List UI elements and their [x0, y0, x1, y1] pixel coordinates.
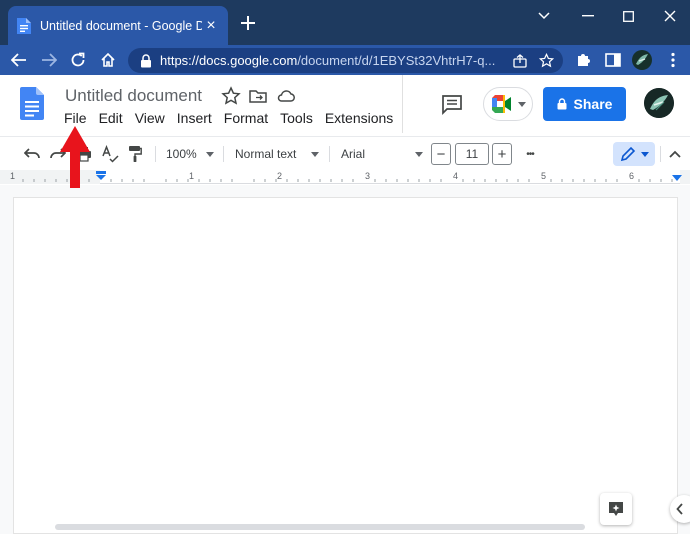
- cloud-status-icon[interactable]: [276, 86, 296, 106]
- menu-insert[interactable]: Insert: [177, 110, 212, 126]
- chevron-down-icon: [311, 151, 319, 157]
- decrease-font-size-button[interactable]: −: [431, 143, 451, 165]
- star-icon[interactable]: [221, 86, 241, 106]
- zoom-select[interactable]: 100%: [166, 145, 214, 163]
- increase-font-size-button[interactable]: +: [492, 143, 512, 165]
- chevron-down-icon: [640, 151, 649, 157]
- menu-format[interactable]: Format: [224, 110, 268, 126]
- back-icon[interactable]: [8, 49, 30, 71]
- more-options-button[interactable]: •••: [520, 144, 540, 164]
- url-text: https://docs.google.com/document/d/1EBYS…: [160, 53, 507, 68]
- tab-title: Untitled document - Google Docs: [40, 18, 202, 33]
- menu-edit[interactable]: Edit: [99, 110, 123, 126]
- url-host: https://docs.google.com: [160, 53, 298, 68]
- ruler-label: 4: [453, 171, 459, 181]
- close-tab-icon[interactable]: ×: [202, 17, 220, 35]
- toolbar-divider: [660, 146, 661, 162]
- home-icon[interactable]: [97, 49, 119, 71]
- side-panel-icon[interactable]: [602, 49, 624, 71]
- ruler-label: 1: [10, 171, 16, 181]
- header-divider: [402, 75, 403, 133]
- right-indent-marker-icon[interactable]: [671, 174, 683, 182]
- zoom-value: 100%: [166, 147, 197, 161]
- hide-menus-icon[interactable]: [665, 144, 685, 164]
- forward-icon[interactable]: [38, 49, 60, 71]
- browser-menu-icon[interactable]: [662, 49, 684, 71]
- ruler-label: 3: [365, 171, 371, 181]
- google-meet-icon: [492, 95, 511, 113]
- editing-mode-button[interactable]: [613, 142, 655, 166]
- extensions-icon[interactable]: [572, 49, 594, 71]
- address-bar[interactable]: https://docs.google.com/document/d/1EBYS…: [128, 48, 563, 73]
- pencil-icon: [620, 146, 635, 162]
- document-canvas: [0, 185, 690, 534]
- browser-tab[interactable]: Untitled document - Google Docs ×: [8, 6, 228, 45]
- menu-tools[interactable]: Tools: [280, 110, 313, 126]
- menu-view[interactable]: View: [135, 110, 165, 126]
- chevron-left-icon: [676, 503, 683, 515]
- profile-avatar-icon[interactable]: [631, 49, 653, 71]
- google-docs-favicon-icon: [17, 17, 31, 34]
- lock-icon: [141, 53, 151, 67]
- url-path: /document/d/1EBYSt32VhtrH7-q...: [297, 53, 496, 68]
- meet-button[interactable]: [483, 87, 533, 121]
- spellcheck-icon[interactable]: [100, 144, 120, 164]
- tab-search-icon[interactable]: [530, 6, 558, 26]
- font-value: Arial: [341, 147, 366, 161]
- account-avatar-icon: [644, 88, 674, 118]
- chevron-down-icon: [415, 151, 423, 157]
- paint-format-icon[interactable]: [125, 144, 145, 164]
- share-lock-icon: [557, 98, 567, 110]
- meet-dropdown-icon: [518, 101, 526, 107]
- explore-button[interactable]: [600, 493, 632, 525]
- minimize-icon[interactable]: [574, 6, 602, 26]
- menu-bar: File Edit View Insert Format Tools Exten…: [64, 110, 405, 126]
- move-to-folder-icon[interactable]: [248, 86, 268, 106]
- browser-tab-strip: Untitled document - Google Docs ×: [0, 0, 690, 45]
- formatting-toolbar: 100% Normal text Arial − 11 + •••: [0, 136, 690, 170]
- new-tab-icon[interactable]: [238, 13, 258, 33]
- document-title[interactable]: Untitled document: [65, 86, 202, 106]
- maximize-icon[interactable]: [614, 6, 642, 26]
- paragraph-style-value: Normal text: [235, 147, 297, 161]
- bookmark-star-icon[interactable]: [533, 51, 559, 71]
- ruler-label: 5: [541, 171, 547, 181]
- avatar[interactable]: [644, 88, 674, 118]
- menu-file[interactable]: File: [64, 110, 87, 126]
- google-docs-icon[interactable]: [20, 87, 44, 120]
- horizontal-scrollbar[interactable]: [55, 524, 585, 530]
- red-arrow-annotation-icon: [60, 126, 90, 188]
- side-panel-toggle[interactable]: [670, 495, 690, 523]
- ruler-label: 1: [189, 171, 195, 181]
- undo-icon[interactable]: [22, 144, 42, 164]
- toolbar-divider: [223, 146, 224, 162]
- share-label: Share: [573, 96, 613, 112]
- browser-toolbar: https://docs.google.com/document/d/1EBYS…: [0, 45, 690, 75]
- document-page[interactable]: [13, 197, 678, 534]
- ruler[interactable]: 1 1 2 3 4 5 6: [0, 170, 690, 184]
- font-select[interactable]: Arial: [341, 145, 423, 163]
- share-button[interactable]: Share: [543, 87, 626, 121]
- docs-header: Untitled document File Edit View Insert …: [0, 75, 690, 133]
- close-window-icon[interactable]: [656, 6, 684, 26]
- ruler-label: 6: [629, 171, 635, 181]
- explore-icon: [609, 502, 623, 516]
- comments-icon[interactable]: [440, 92, 464, 116]
- toolbar-divider: [155, 146, 156, 162]
- ruler-label: 2: [277, 171, 283, 181]
- reload-icon[interactable]: [67, 49, 89, 71]
- share-page-icon[interactable]: [507, 51, 533, 71]
- chevron-down-icon: [206, 151, 214, 157]
- indent-marker-icon[interactable]: [95, 171, 107, 181]
- toolbar-divider: [329, 146, 330, 162]
- paragraph-style-select[interactable]: Normal text: [235, 145, 319, 163]
- font-size-input[interactable]: 11: [455, 143, 489, 165]
- menu-extensions[interactable]: Extensions: [325, 110, 393, 126]
